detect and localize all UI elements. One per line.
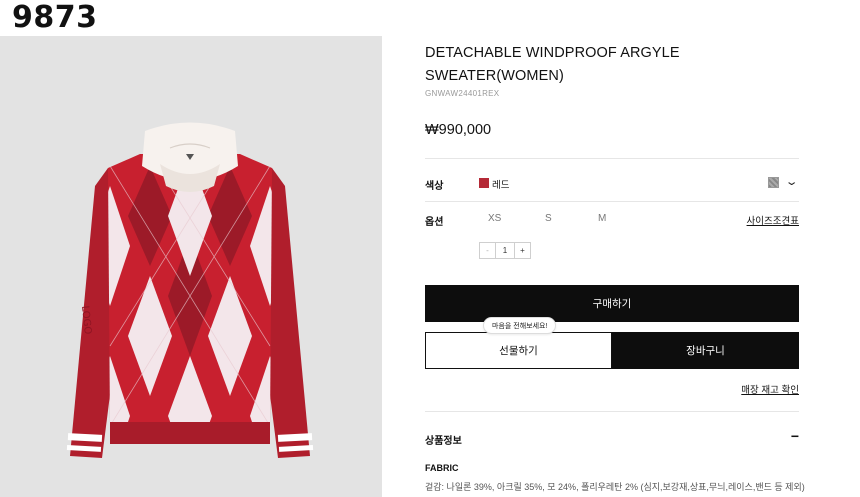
gift-button[interactable]: 선물하기: [425, 332, 612, 369]
product-info-heading[interactable]: 상품정보: [425, 432, 462, 447]
buy-button[interactable]: 구매하기: [425, 285, 799, 322]
quantity-increase-button[interactable]: +: [514, 243, 530, 258]
size-option-m[interactable]: M: [598, 213, 606, 224]
collapse-icon[interactable]: −: [791, 428, 799, 444]
product-code: GNWAW24401REX: [425, 89, 500, 98]
quantity-decrease-button[interactable]: -: [480, 243, 496, 258]
sweater-illustration: LOGO: [66, 122, 314, 458]
size-guide-link[interactable]: 사이즈조견표: [747, 213, 799, 227]
quantity-stepper: - 1 +: [479, 242, 531, 259]
product-image[interactable]: LOGO: [0, 36, 382, 497]
store-stock-link[interactable]: 매장 재고 확인: [741, 382, 799, 396]
fabric-heading: FABRIC: [425, 463, 459, 473]
color-swatch-thumbnail[interactable]: [768, 177, 779, 188]
option-label: 옵션: [425, 217, 444, 228]
product-info-panel: DETACHABLE WINDPROOF ARGYLE SWEATER(WOME…: [425, 0, 805, 497]
size-option-s[interactable]: S: [545, 213, 552, 224]
color-label: 색상: [425, 181, 444, 192]
fabric-composition: 겉감: 나일론 39%, 아크릴 35%, 모 24%, 폴리우레탄 2% (심…: [425, 482, 805, 492]
gift-tooltip: 마음을 전해보세요!: [483, 317, 557, 334]
quantity-value[interactable]: 1: [496, 243, 514, 258]
divider: [425, 201, 799, 202]
divider: [425, 158, 799, 159]
size-option-xs[interactable]: XS: [488, 213, 501, 224]
color-value: 레드: [492, 180, 510, 191]
product-title: DETACHABLE WINDPROOF ARGYLE SWEATER(WOME…: [425, 45, 680, 84]
product-price: ₩990,000: [425, 122, 492, 138]
color-chip[interactable]: [479, 178, 489, 188]
svg-text:LOGO: LOGO: [79, 305, 93, 335]
add-to-cart-button[interactable]: 장바구니: [612, 332, 799, 369]
chevron-down-icon[interactable]: ⌄: [785, 175, 799, 188]
divider: [425, 411, 799, 412]
watermark-number: 9873: [12, 0, 98, 35]
